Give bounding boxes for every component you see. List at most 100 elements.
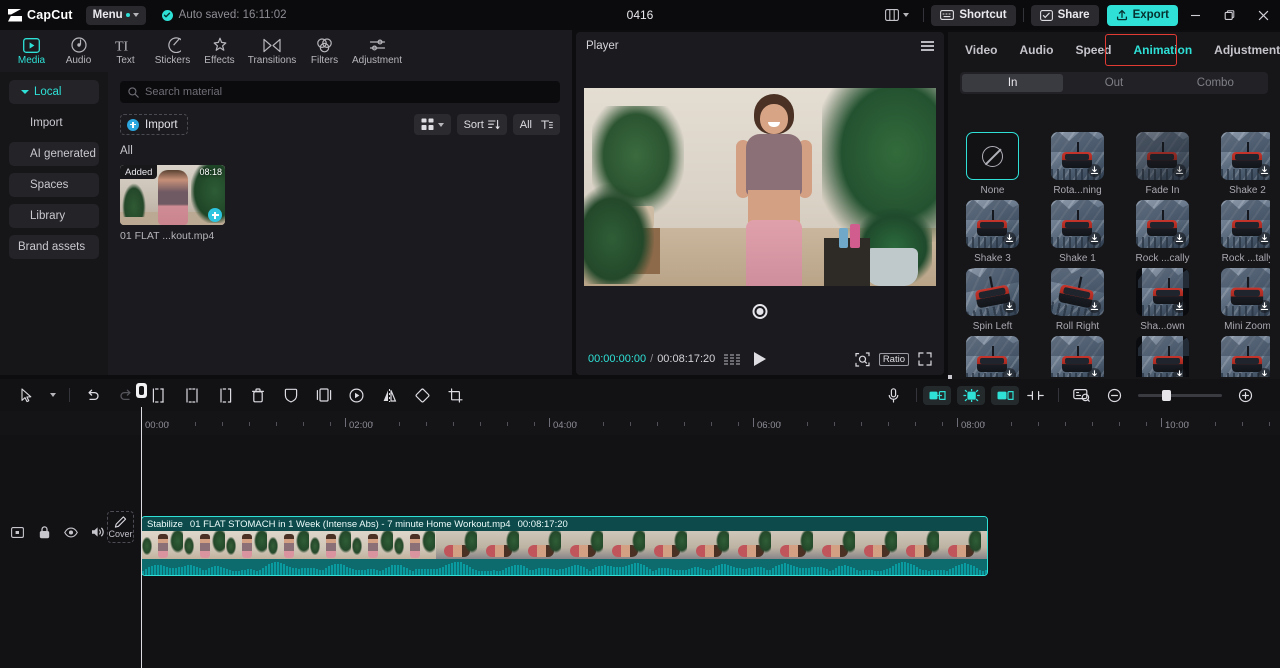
timeline-zoom-slider[interactable]	[1138, 389, 1222, 401]
nav-tab-effects[interactable]: Effects	[196, 30, 243, 72]
minimize-button[interactable]	[1178, 0, 1212, 30]
delete-button[interactable]	[241, 382, 274, 408]
download-icon[interactable]	[1258, 300, 1270, 313]
eye-icon[interactable]	[64, 525, 78, 539]
animation-thumb[interactable]	[966, 336, 1019, 377]
recenter-icon[interactable]	[752, 304, 768, 319]
player-stage[interactable]	[584, 88, 936, 286]
nav-tab-text[interactable]: TI Text	[102, 30, 149, 72]
animation-thumb[interactable]	[1051, 132, 1104, 180]
animation-thumb[interactable]	[1221, 268, 1270, 316]
add-to-timeline-button[interactable]	[208, 208, 222, 222]
download-icon[interactable]	[1173, 368, 1186, 377]
zoom-preview-icon[interactable]	[855, 351, 870, 367]
microphone-button[interactable]	[877, 382, 910, 408]
crop-frame-button[interactable]	[307, 382, 340, 408]
preview-button[interactable]	[1065, 382, 1098, 408]
fullscreen-icon[interactable]	[918, 352, 932, 366]
nav-tab-filters[interactable]: Filters	[301, 30, 348, 72]
animation-item-shake-1[interactable]: Shake 1	[1045, 200, 1110, 264]
animation-item-none[interactable]: None	[960, 132, 1025, 196]
animation-item-shake-3[interactable]: Shake 3	[960, 200, 1025, 264]
tab-video[interactable]: Video	[954, 35, 1008, 65]
zoom-out-button[interactable]	[1098, 382, 1131, 408]
crop-button[interactable]	[439, 382, 472, 408]
animation-item-rotate-spinning[interactable]: Rota...ning	[1045, 132, 1110, 196]
animation-item-shake-down[interactable]: Sha...own	[1130, 268, 1195, 332]
auto-edit-button[interactable]	[957, 385, 985, 405]
layout-button[interactable]	[878, 4, 916, 26]
animation-thumb[interactable]	[1221, 132, 1270, 180]
tab-adjustment[interactable]: Adjustment	[1203, 35, 1280, 65]
zoom-slider-handle[interactable]	[1162, 389, 1171, 401]
tab-animation[interactable]: Animation	[1122, 35, 1203, 65]
download-icon[interactable]	[1173, 232, 1186, 245]
ratio-button[interactable]: Ratio	[878, 352, 909, 366]
animation-item-fade-in[interactable]: Fade In	[1130, 132, 1195, 196]
nav-tab-stickers[interactable]: Stickers	[149, 30, 196, 72]
animation-item-row4-1[interactable]	[960, 336, 1025, 377]
animation-thumb[interactable]	[966, 268, 1019, 316]
animation-thumb[interactable]	[1051, 336, 1104, 377]
cover-button[interactable]: Cover	[107, 511, 134, 543]
zoom-in-button[interactable]	[1229, 382, 1262, 408]
player-menu-button[interactable]	[921, 41, 934, 51]
split-marker-button[interactable]	[1019, 382, 1052, 408]
animation-item-row4-4[interactable]	[1215, 336, 1270, 377]
sidebar-item-brand-assets[interactable]: Brand assets	[9, 104, 1280, 447]
track-icon[interactable]	[10, 525, 24, 539]
download-icon[interactable]	[1003, 232, 1016, 245]
select-tool-button[interactable]	[10, 382, 43, 408]
rotate-button[interactable]	[406, 382, 439, 408]
split-button[interactable]	[175, 382, 208, 408]
sidebar-item-local[interactable]: Local	[9, 80, 99, 104]
split-right-button[interactable]	[208, 382, 241, 408]
animation-thumb[interactable]	[1136, 132, 1189, 180]
lock-icon[interactable]	[37, 525, 51, 539]
animation-item-rock-horizontally[interactable]: Rock ...tally	[1215, 200, 1270, 264]
trim-start-button[interactable]	[923, 385, 951, 405]
tab-speed[interactable]: Speed	[1064, 35, 1122, 65]
maximize-button[interactable]	[1212, 0, 1246, 30]
view-mode-button[interactable]	[413, 114, 451, 135]
segment-out[interactable]: Out	[1063, 74, 1164, 92]
search-input[interactable]: Search material	[120, 81, 560, 103]
animation-thumb[interactable]	[1136, 200, 1189, 248]
animation-thumb[interactable]	[1051, 200, 1104, 248]
animation-none-thumb[interactable]	[966, 132, 1019, 180]
nav-tab-audio[interactable]: Audio	[55, 30, 102, 72]
mask-button[interactable]	[274, 382, 307, 408]
download-icon[interactable]	[1088, 232, 1101, 245]
sidebar-item-spaces[interactable]: Spaces	[9, 173, 99, 197]
nav-tab-adjustment[interactable]: Adjustment	[348, 30, 406, 72]
download-icon[interactable]	[1003, 368, 1016, 377]
media-item[interactable]: Added 08:18 01 FLAT ...kout.mp4	[120, 165, 225, 242]
segment-in[interactable]: In	[962, 74, 1064, 92]
export-button[interactable]: Export	[1106, 4, 1178, 26]
sidebar-item-import[interactable]: Import	[9, 111, 99, 135]
animation-thumb[interactable]	[1051, 268, 1104, 316]
download-icon[interactable]	[1088, 300, 1101, 313]
download-icon[interactable]	[1258, 232, 1270, 245]
filter-button[interactable]: All	[512, 114, 560, 135]
download-icon[interactable]	[1173, 300, 1186, 313]
tab-audio[interactable]: Audio	[1008, 35, 1064, 65]
keyframe-button[interactable]	[340, 382, 373, 408]
download-icon[interactable]	[1088, 368, 1101, 377]
animation-item-shake-2[interactable]: Shake 2	[1215, 132, 1270, 196]
animation-thumb[interactable]	[1136, 268, 1189, 316]
mirror-button[interactable]	[373, 382, 406, 408]
shortcut-button[interactable]: Shortcut	[931, 4, 1016, 26]
volume-icon[interactable]	[91, 525, 105, 539]
timeline-clip[interactable]: Stabilize 01 FLAT STOMACH in 1 Week (Int…	[141, 516, 988, 576]
download-icon[interactable]	[1003, 300, 1016, 313]
animation-thumb[interactable]	[1221, 200, 1270, 248]
play-button[interactable]	[754, 352, 766, 366]
menu-button[interactable]: Menu	[85, 5, 146, 25]
segment-combo[interactable]: Combo	[1165, 74, 1266, 92]
sidebar-item-ai-generated[interactable]: AI generated	[9, 142, 99, 166]
sidebar-item-library[interactable]: Library	[9, 204, 99, 228]
media-item-thumbnail[interactable]: Added 08:18	[120, 165, 225, 225]
share-button[interactable]: Share	[1030, 4, 1099, 26]
timeline-ruler[interactable]: 00:00 02:00 04:00 06:00 08:00 10:00	[0, 411, 1280, 435]
